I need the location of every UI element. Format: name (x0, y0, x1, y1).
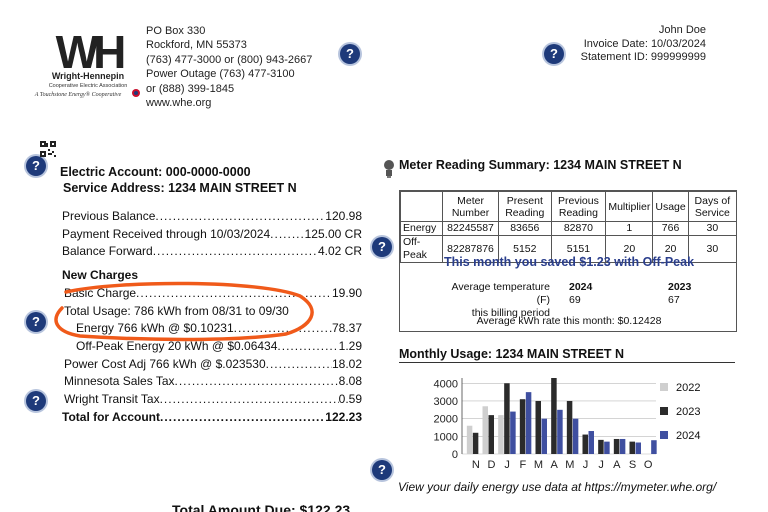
bar-2024-4 (541, 418, 547, 454)
help-icon[interactable]: ? (26, 312, 46, 332)
ledger-row: Previous Balance120.98 (62, 208, 362, 226)
bar-2023-6 (566, 400, 573, 454)
bar-2023-5 (551, 378, 557, 454)
x-tick-label: F (519, 459, 526, 471)
help-icon[interactable]: ? (26, 391, 46, 411)
utility-address: PO Box 330 Rockford, MN 55373 (763) 477-… (146, 24, 312, 110)
bar-2023-2 (504, 383, 510, 454)
bar-2024-8 (604, 441, 610, 454)
bar-2022-2 (498, 415, 504, 454)
help-icon[interactable]: ? (372, 237, 392, 257)
invoice-date: Invoice Date: 10/03/2024 (583, 37, 706, 50)
bar-2024-11 (651, 440, 657, 454)
monthly-usage-chart: 01000200030004000N D J F M A M J J A S O (434, 378, 657, 471)
temp-2024: 2024 69 (569, 281, 593, 306)
bar-2023-1 (488, 415, 494, 454)
x-tick-label: N (472, 459, 480, 471)
x-tick-label: J (598, 459, 604, 471)
meter-reading-box: Meter Number Present Reading Previous Re… (399, 190, 738, 332)
bar-2024-10 (635, 442, 641, 454)
help-icon[interactable]: ? (26, 156, 46, 176)
legend-item-2023: 2023 (660, 400, 700, 424)
temp-2023: 2023 67 (668, 281, 692, 306)
ledger-row: Balance Forward4.02 CR (62, 243, 362, 261)
bar-2024-7 (588, 431, 594, 454)
help-icon[interactable]: ? (340, 44, 360, 64)
bar-2024-5 (557, 409, 563, 454)
total-amount-due: Total Amount Due: $122.23 (172, 502, 351, 512)
bar-2024-3 (525, 392, 532, 454)
bar-2023-0 (472, 432, 479, 454)
customer-info: John Doe Invoice Date: 10/03/2024 Statem… (581, 24, 706, 65)
y-tick-label: 3000 (434, 396, 458, 408)
company-logo: WH Wright-Hennepin Cooperative Electric … (32, 22, 144, 102)
x-tick-label: D (488, 459, 496, 471)
ledger-row: Payment Received through 10/03/2024125.0… (62, 226, 362, 244)
chart-legend: 2022 2023 2024 (660, 376, 700, 448)
x-tick-label: O (644, 459, 653, 471)
address-line: PO Box 330 (146, 25, 206, 37)
total-row: Total for Account122.23 (62, 409, 362, 427)
address-line: Rockford, MN 55373 (146, 39, 247, 52)
ledger-row: Minnesota Sales Tax8.08 (62, 373, 362, 391)
legend-item-2022: 2022 (660, 376, 700, 400)
y-tick-label: 1000 (434, 431, 458, 443)
logo-subname: Cooperative Electric Association (49, 83, 128, 89)
monthly-usage-title: Monthly Usage: 1234 MAIN STREET N (399, 347, 625, 361)
bar-2023-8 (598, 439, 604, 454)
meter-reading-title: Meter Reading Summary: 1234 MAIN STREET … (399, 158, 682, 172)
x-tick-label: A (613, 459, 621, 471)
offpeak-savings: This month you saved $1.23 with Off-Peak (443, 255, 695, 269)
bar-2023-4 (535, 400, 541, 454)
bar-2022-1 (482, 406, 488, 454)
divider (399, 362, 735, 363)
x-tick-label: J (583, 459, 589, 471)
ledger-row: Power Cost Adj 766 kWh @ $.02353018.02 (62, 356, 362, 374)
qr-code-icon (40, 141, 56, 157)
help-icon[interactable]: ? (544, 44, 564, 64)
x-tick-label: A (550, 459, 558, 471)
bar-2024-2 (510, 411, 516, 454)
highlight-annotation (54, 281, 314, 342)
meter-icon (384, 160, 394, 178)
website-link[interactable]: www.whe.org (146, 96, 312, 110)
y-tick-label: 2000 (434, 414, 458, 426)
meter-reading-table: Meter Number Present Reading Previous Re… (400, 191, 738, 263)
y-tick-label: 0 (452, 449, 458, 461)
bar-2023-9 (613, 438, 620, 454)
phone-line: (763) 477-3000 or (800) 943-2667 (146, 53, 313, 66)
outage-line: or (888) 399-1845 (146, 82, 235, 95)
bar-2023-10 (629, 441, 635, 454)
y-tick-label: 4000 (434, 378, 458, 390)
statement-id: Statement ID: 999999999 (580, 51, 706, 63)
logo-company-name: Wright-Hennepin (52, 71, 124, 81)
bar-2024-6 (572, 418, 579, 454)
logo-tagline: A Touchstone Energy® Cooperative (34, 91, 122, 98)
x-tick-label: J (504, 459, 510, 471)
account-number: Electric Account: 000-0000-0000 (60, 165, 251, 179)
help-icon[interactable]: ? (372, 460, 392, 480)
x-tick-label: S (629, 459, 636, 471)
customer-name: John Doe (658, 24, 706, 36)
x-tick-label: M (534, 459, 543, 471)
mymeter-link[interactable]: View your daily energy use data at https… (398, 480, 716, 494)
bar-2022-0 (466, 425, 473, 454)
bar-2023-7 (582, 434, 588, 454)
avg-kwh-rate: Average kWh rate this month: $0.12428 (476, 315, 662, 327)
table-header-row: Meter Number Present Reading Previous Re… (400, 191, 738, 222)
service-address: Service Address: 1234 MAIN STREET N (63, 181, 297, 195)
bar-2024-9 (619, 438, 626, 454)
outage-line: Power Outage (763) 477-3100 (146, 68, 295, 81)
bar-2023-3 (519, 399, 526, 454)
account-info: Electric Account: 000-0000-0000 Service … (60, 164, 297, 196)
legend-item-2024: 2024 (660, 424, 700, 448)
table-row: Energy 82245587 83656 82870 1 766 30 (400, 221, 738, 236)
x-tick-label: M (565, 459, 574, 471)
ledger-row: Wright Transit Tax0.59 (62, 391, 362, 409)
